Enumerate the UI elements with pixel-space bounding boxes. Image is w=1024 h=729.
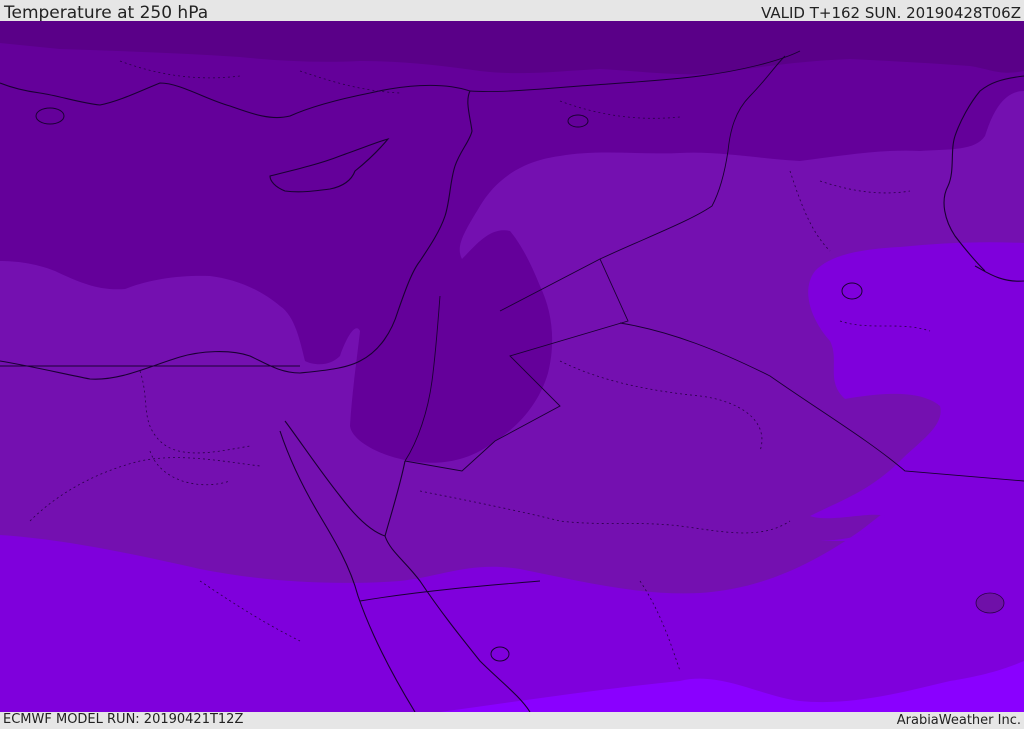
- model-run-label: ECMWF MODEL RUN: 20190421T12Z: [3, 712, 244, 727]
- temperature-map: [0, 21, 1024, 712]
- map-footer: ECMWF MODEL RUN: 20190421T12Z ArabiaWeat…: [0, 712, 1024, 729]
- map-title: Temperature at 250 hPa: [4, 3, 209, 23]
- valid-time-label: VALID T+162 SUN. 20190428T06Z: [761, 4, 1021, 22]
- brand-label: ArabiaWeather Inc.: [896, 713, 1021, 728]
- map-header: Temperature at 250 hPa VALID T+162 SUN. …: [0, 0, 1024, 23]
- bahrain-island: [975, 592, 1005, 614]
